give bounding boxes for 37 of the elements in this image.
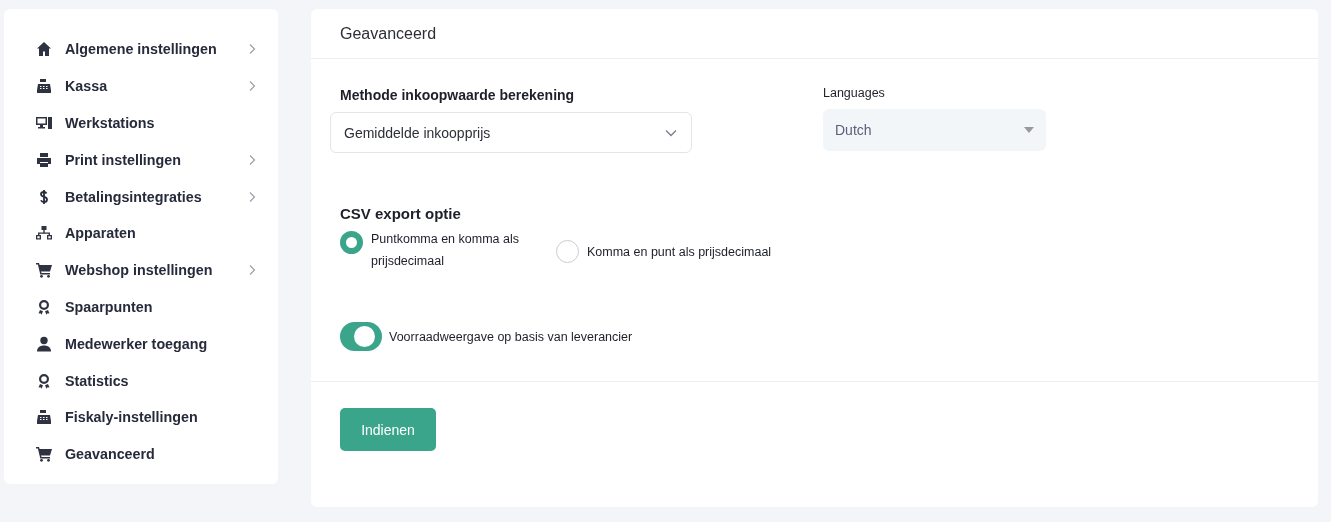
field-label: Languages bbox=[823, 86, 886, 100]
radio-button[interactable] bbox=[556, 240, 579, 263]
toggle-switch[interactable] bbox=[340, 322, 382, 351]
sidebar-item[interactable]: Apparaten bbox=[36, 215, 256, 252]
field-label: Methode inkoopwaarde berekening bbox=[340, 87, 576, 103]
cash-register-icon bbox=[36, 78, 52, 95]
network-icon bbox=[36, 225, 52, 242]
sidebar-item[interactable]: Spaarpunten bbox=[36, 288, 256, 326]
user-icon bbox=[36, 335, 52, 352]
sidebar-item[interactable]: Medewerker toegang bbox=[36, 325, 256, 363]
radio-label: Puntkomma en komma als prijsdecimaal bbox=[371, 231, 520, 270]
sidebar-item[interactable]: Betalingsintegraties bbox=[36, 178, 256, 215]
sidebar-item[interactable]: Print instellingen bbox=[36, 141, 256, 179]
chevron-down-icon bbox=[665, 128, 677, 137]
home-icon bbox=[36, 41, 52, 58]
sidebar-item[interactable]: Webshop instellingen bbox=[36, 251, 256, 289]
sidebar-item[interactable]: Fiskaly-instellingen bbox=[36, 398, 256, 436]
sidebar-item[interactable]: Kassa bbox=[36, 67, 256, 105]
sidebar-item[interactable]: Geavanceerd bbox=[36, 435, 256, 473]
section-heading: CSV export optie bbox=[340, 205, 462, 222]
method-select[interactable]: Gemiddelde inkoopprijs bbox=[330, 112, 692, 153]
caret-down-icon bbox=[1024, 127, 1034, 133]
toggle-label: Voorraadweergave op basis van leverancier bbox=[389, 329, 633, 344]
cash-register-icon bbox=[36, 409, 52, 426]
cart-icon bbox=[36, 262, 52, 279]
sidebar-item[interactable]: Algemene instellingen bbox=[36, 31, 256, 68]
cart-icon bbox=[36, 446, 52, 463]
sidebar-item[interactable]: Statistics bbox=[36, 362, 256, 399]
radio-label: Komma en punt als prijsdecimaal bbox=[587, 243, 772, 261]
printer-icon bbox=[36, 151, 52, 168]
radio-button[interactable] bbox=[340, 231, 363, 254]
award-icon bbox=[36, 298, 52, 315]
panel-title: Geavanceerd bbox=[340, 24, 437, 43]
monitor-icon bbox=[36, 115, 52, 131]
language-select[interactable]: Dutch bbox=[823, 109, 1046, 151]
award-icon bbox=[36, 372, 52, 389]
sidebar-item[interactable]: Werkstations bbox=[36, 104, 256, 142]
